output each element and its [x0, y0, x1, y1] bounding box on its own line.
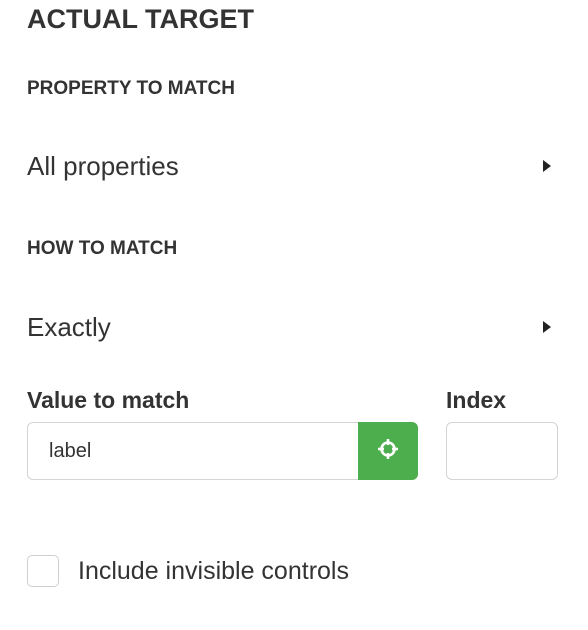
include-invisible-row[interactable]: Include invisible controls [27, 555, 349, 587]
caret-right-icon [543, 321, 551, 333]
index-label: Index [446, 387, 507, 413]
property-to-match-select[interactable]: All properties [27, 144, 557, 188]
how-to-match-value: Exactly [27, 311, 111, 342]
pick-target-button[interactable] [358, 422, 418, 480]
property-to-match-value: All properties [27, 150, 179, 181]
how-to-match-label: HOW TO MATCH [27, 238, 178, 259]
property-to-match-label: PROPERTY TO MATCH [27, 78, 235, 99]
index-input[interactable] [446, 422, 558, 480]
value-to-match-label: Value to match [27, 387, 190, 413]
include-invisible-label: Include invisible controls [78, 556, 349, 585]
panel-title: ACTUAL TARGET [27, 4, 254, 34]
include-invisible-checkbox[interactable] [27, 555, 59, 587]
caret-right-icon [543, 160, 551, 172]
value-to-match-group [27, 422, 418, 480]
value-to-match-input[interactable] [27, 422, 358, 480]
how-to-match-select[interactable]: Exactly [27, 305, 557, 349]
actual-target-panel: ACTUAL TARGET PROPERTY TO MATCH All prop… [0, 0, 588, 630]
crosshair-icon [377, 438, 399, 465]
